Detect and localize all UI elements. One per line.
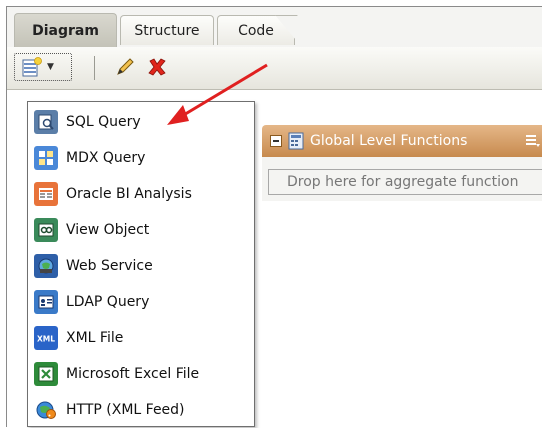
excel-file-icon: [34, 362, 58, 386]
annotation-arrow: [167, 63, 268, 125]
menu-item-microsoft-excel-file[interactable]: Microsoft Excel File: [28, 356, 254, 392]
calculator-icon: [288, 132, 304, 150]
global-level-functions-panel: Global Level Functions Drop here for agg…: [262, 125, 542, 201]
panel-menu-icon[interactable]: [525, 132, 541, 148]
http-feed-icon: [34, 398, 58, 422]
sql-query-icon: [34, 110, 58, 134]
oracle-bi-icon: [34, 182, 58, 206]
panel-header: Global Level Functions: [262, 125, 542, 157]
xml-file-icon: XML: [34, 326, 58, 350]
mdx-query-icon: [34, 146, 58, 170]
menu-item-xml-file[interactable]: XML XML File: [28, 320, 254, 356]
tab-structure[interactable]: Structure: [120, 15, 214, 45]
menu-item-web-service[interactable]: Web Service: [28, 248, 254, 284]
svg-text:XML: XML: [37, 335, 55, 344]
web-service-icon: [34, 254, 58, 278]
menu-item-http-xml-feed[interactable]: HTTP (XML Feed): [28, 392, 254, 428]
toolbar-separator: [94, 56, 95, 80]
pencil-icon[interactable]: [114, 56, 136, 78]
new-data-set-menu: SQL Query MDX Query Oracle BI Analysis V…: [27, 101, 255, 427]
menu-item-oracle-bi-analysis[interactable]: Oracle BI Analysis: [28, 176, 254, 212]
menu-item-view-object[interactable]: View Object: [28, 212, 254, 248]
panel-title: Global Level Functions: [310, 133, 468, 149]
view-object-icon: [34, 218, 58, 242]
aggregate-drop-zone[interactable]: Drop here for aggregate function: [268, 169, 542, 195]
chevron-down-icon[interactable]: ▼: [47, 62, 54, 72]
new-data-set-button[interactable]: ▼: [14, 53, 72, 81]
report-editor-frame: Diagram Structure Code ▼ Global Level Fu…: [6, 6, 542, 427]
new-data-set-icon: [21, 57, 43, 77]
ldap-query-icon: [34, 290, 58, 314]
tab-strip: Diagram Structure Code: [7, 7, 542, 48]
tab-diagram[interactable]: Diagram: [14, 13, 117, 47]
tab-code[interactable]: Code: [217, 15, 295, 45]
menu-item-mdx-query[interactable]: MDX Query: [28, 140, 254, 176]
menu-item-ldap-query[interactable]: LDAP Query: [28, 284, 254, 320]
panel-body: Drop here for aggregate function: [262, 157, 542, 201]
